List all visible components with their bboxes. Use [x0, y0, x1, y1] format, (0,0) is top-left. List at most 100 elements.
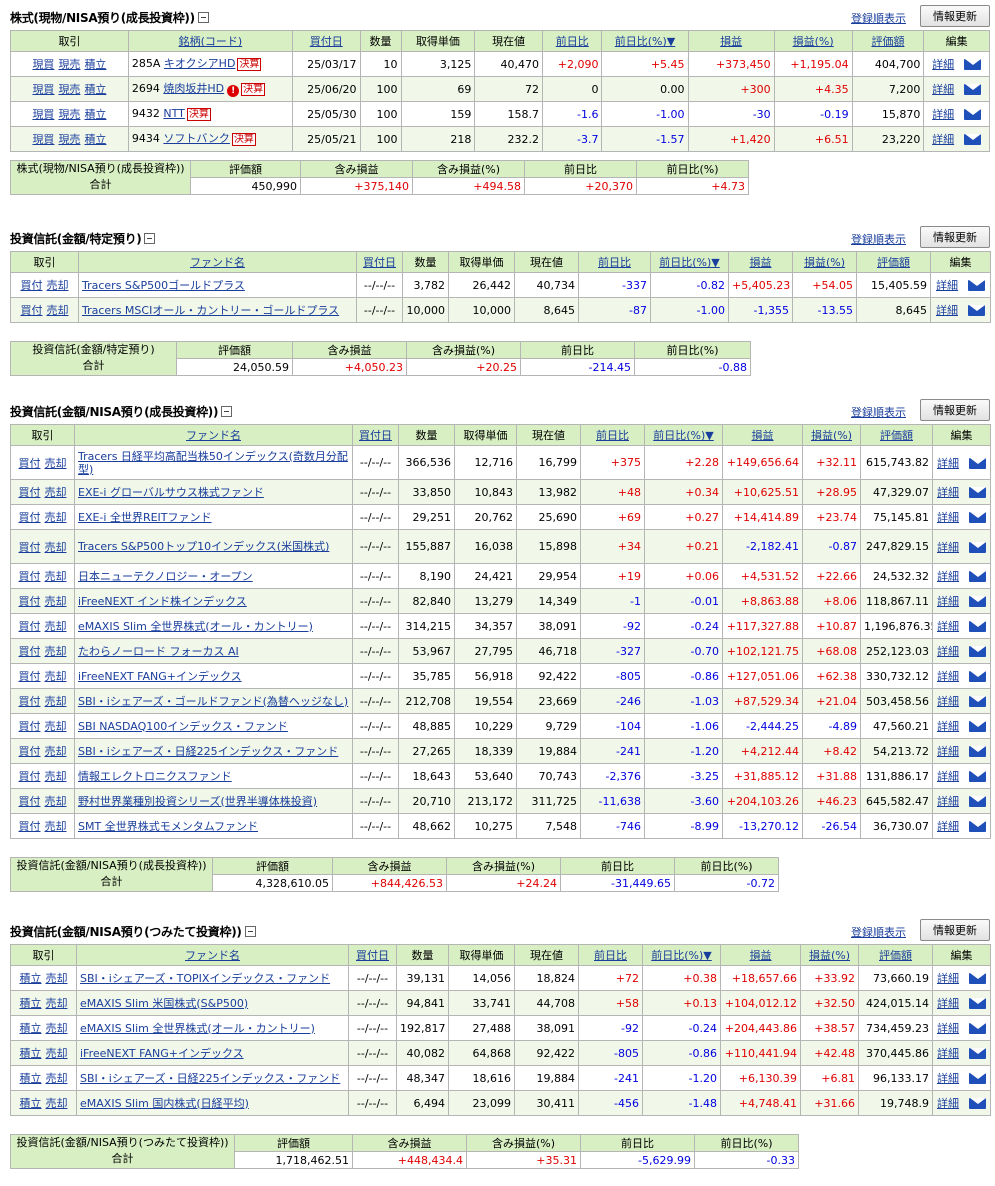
trade-action-link[interactable]: 売却	[45, 511, 67, 524]
mail-icon[interactable]	[969, 512, 986, 523]
trade-action-link[interactable]: 売却	[46, 1072, 68, 1085]
detail-link[interactable]: 詳細	[937, 645, 959, 658]
sort-link[interactable]: 損益(%)	[811, 429, 852, 442]
mail-icon[interactable]	[969, 796, 986, 807]
trade-action-link[interactable]: 売却	[45, 486, 67, 499]
detail-link[interactable]: 詳細	[932, 108, 954, 121]
trade-action-link[interactable]: 積立	[20, 1022, 42, 1035]
mail-icon[interactable]	[969, 746, 986, 757]
mail-icon[interactable]	[964, 109, 982, 120]
fund-name-link[interactable]: SMT 全世界株式モメンタムファンド	[78, 820, 258, 833]
sort-link[interactable]: 前日比	[598, 256, 631, 269]
mail-icon[interactable]	[964, 134, 982, 145]
mail-icon[interactable]	[969, 1073, 986, 1084]
earnings-badge[interactable]: 決算	[241, 82, 266, 96]
mail-icon[interactable]	[969, 696, 986, 707]
trade-action-link[interactable]: 売却	[46, 1047, 68, 1060]
fund-name-link[interactable]: たわらノーロード フォーカス AI	[78, 645, 239, 658]
mail-icon[interactable]	[968, 305, 985, 316]
fund-name-link[interactable]: SBI・iシェアーズ・ゴールドファンド(為替ヘッジなし)	[78, 695, 348, 708]
trade-action-link[interactable]: 売却	[45, 720, 67, 733]
col-header-value[interactable]: 評価額	[856, 251, 931, 273]
detail-link[interactable]: 詳細	[937, 997, 959, 1010]
trade-action-link[interactable]: 買付	[19, 457, 41, 470]
trade-action-link[interactable]: 積立	[20, 972, 42, 985]
trade-action-link[interactable]: 売却	[46, 1097, 68, 1110]
detail-link[interactable]: 詳細	[937, 972, 959, 985]
collapse-toggle-icon[interactable]	[144, 233, 156, 244]
trade-action-link[interactable]: 買付	[19, 486, 41, 499]
trade-action-link[interactable]: 買付	[19, 820, 41, 833]
trade-action-link[interactable]: 売却	[45, 457, 67, 470]
fund-name-link[interactable]: Tracers MSCIオール・カントリー・ゴールドプラス	[82, 304, 339, 317]
refresh-button[interactable]: 情報更新	[920, 399, 990, 421]
refresh-button[interactable]: 情報更新	[920, 5, 990, 27]
mail-icon[interactable]	[969, 621, 986, 632]
earnings-badge[interactable]: 決算	[231, 133, 256, 146]
mail-icon[interactable]	[969, 1023, 986, 1034]
sort-link[interactable]: 買付日	[363, 256, 396, 269]
col-header-value[interactable]: 評価額	[858, 944, 933, 966]
sort-link[interactable]: 前日比	[594, 949, 627, 962]
mail-icon[interactable]	[969, 821, 986, 832]
detail-link[interactable]: 詳細	[937, 1097, 959, 1110]
sort-link[interactable]: 損益(%)	[804, 256, 845, 269]
detail-link[interactable]: 詳細	[937, 820, 959, 833]
col-header-pl[interactable]: 損益	[687, 30, 775, 52]
trade-action-link[interactable]: 売却	[46, 997, 68, 1010]
detail-link[interactable]: 詳細	[937, 511, 959, 524]
fund-name-link[interactable]: iFreeNEXT インド株インデックス	[78, 595, 247, 608]
sort-link[interactable]: ファンド名	[186, 429, 241, 442]
trade-action-link[interactable]: 買付	[19, 720, 41, 733]
col-header-pl[interactable]: 損益	[722, 424, 803, 446]
trade-action-link[interactable]: 売却	[45, 670, 67, 683]
alert-icon[interactable]: !	[227, 84, 240, 97]
trade-action-link[interactable]: 積立	[84, 58, 106, 71]
trade-action-link[interactable]: 買付	[19, 595, 41, 608]
trade-action-link[interactable]: 売却	[45, 645, 67, 658]
fund-name-link[interactable]: EXE-i 全世界REITファンド	[78, 511, 212, 524]
fund-name-link[interactable]: Tracers 日経平均高配当株50インデックス(奇数月分配型)	[78, 450, 348, 476]
detail-link[interactable]: 詳細	[937, 620, 959, 633]
trade-action-link[interactable]: 積立	[20, 1072, 42, 1085]
trade-action-link[interactable]: 積立	[20, 1097, 42, 1110]
col-header-change[interactable]: 前日比	[578, 944, 643, 966]
sort-link[interactable]: 前日比(%)▼	[651, 949, 712, 962]
mail-icon[interactable]	[969, 1048, 986, 1059]
trade-action-link[interactable]: 売却	[47, 279, 69, 292]
trade-action-link[interactable]: 現売	[58, 83, 80, 96]
earnings-badge[interactable]: 決算	[186, 108, 211, 121]
detail-link[interactable]: 詳細	[937, 1022, 959, 1035]
fund-name-link[interactable]: EXE-i グローバルサウス株式ファンド	[78, 486, 264, 499]
col-header-change-pct[interactable]: 前日比(%)▼	[644, 424, 723, 446]
col-header-value[interactable]: 評価額	[860, 424, 933, 446]
trade-action-link[interactable]: 売却	[45, 795, 67, 808]
sort-link[interactable]: 前日比	[596, 429, 629, 442]
trade-action-link[interactable]: 積立	[84, 108, 106, 121]
trade-action-link[interactable]: 現買	[32, 108, 54, 121]
col-header-change[interactable]: 前日比	[580, 424, 645, 446]
fund-name-link[interactable]: SBI・iシェアーズ・TOPIXインデックス・ファンド	[80, 972, 330, 985]
trade-action-link[interactable]: 売却	[45, 541, 67, 554]
sort-link[interactable]: 前日比	[556, 35, 589, 48]
col-header-change[interactable]: 前日比	[541, 30, 603, 52]
trade-action-link[interactable]: 買付	[19, 570, 41, 583]
col-header-value[interactable]: 評価額	[851, 30, 925, 52]
sort-link[interactable]: 損益(%)	[793, 35, 834, 48]
trade-action-link[interactable]: 現売	[58, 58, 80, 71]
mail-icon[interactable]	[969, 998, 986, 1009]
fund-name-link[interactable]: iFreeNEXT FANG+インデックス	[80, 1047, 244, 1060]
trade-action-link[interactable]: 買付	[19, 620, 41, 633]
refresh-button[interactable]: 情報更新	[920, 919, 990, 941]
trade-action-link[interactable]: 買付	[19, 645, 41, 658]
col-header-pl[interactable]: 損益	[728, 251, 793, 273]
fund-name-link[interactable]: eMAXIS Slim 米国株式(S&P500)	[80, 997, 248, 1010]
mail-icon[interactable]	[969, 571, 986, 582]
sort-link[interactable]: 前日比(%)▼	[653, 429, 714, 442]
fund-name-link[interactable]: iFreeNEXT FANG+インデックス	[78, 670, 242, 683]
detail-link[interactable]: 詳細	[932, 133, 954, 146]
mail-icon[interactable]	[969, 973, 986, 984]
trade-action-link[interactable]: 買付	[21, 279, 43, 292]
fund-name-link[interactable]: 情報エレクトロニクスファンド	[78, 770, 232, 783]
detail-link[interactable]: 詳細	[937, 541, 959, 554]
